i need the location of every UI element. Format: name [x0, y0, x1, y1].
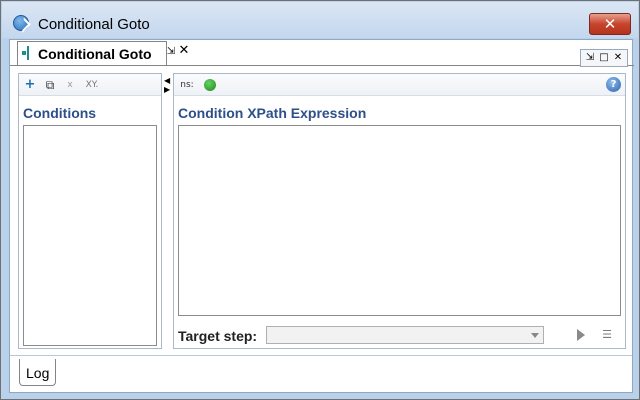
go-to-step-icon[interactable] — [577, 329, 585, 341]
tab-close-icon[interactable]: ✕ — [177, 44, 191, 58]
view-maximize-icon[interactable]: □ — [597, 51, 611, 65]
namespace-button[interactable]: ns: — [178, 77, 196, 93]
target-step-select[interactable] — [266, 326, 544, 344]
delete-condition-icon[interactable]: x — [63, 77, 77, 93]
step-icon — [22, 46, 34, 60]
conditions-title: Conditions — [23, 105, 97, 121]
bottom-panel — [10, 355, 632, 392]
dialog-window: Conditional Goto ✕ Conditional Goto ⇲ ✕ … — [0, 0, 640, 400]
view-restore-icon[interactable]: ⇲ — [583, 51, 597, 65]
title-bar[interactable]: Conditional Goto ✕ — [2, 2, 638, 38]
run-xpath-icon[interactable] — [204, 79, 216, 91]
help-icon[interactable]: ? — [606, 77, 621, 92]
xpath-toolbar: ns: ? — [174, 74, 625, 96]
xpath-pane: ns: ? Condition XPath Expression Target … — [173, 73, 626, 349]
tab-conditional-goto[interactable]: Conditional Goto — [17, 41, 167, 65]
xy-options-icon[interactable]: XY. — [81, 77, 103, 93]
window-close-button[interactable]: ✕ — [589, 13, 631, 35]
view-close-icon[interactable]: ✕ — [611, 51, 625, 65]
conditions-list[interactable] — [23, 125, 157, 346]
step-tree-icon[interactable]: ☰ — [600, 328, 614, 342]
xpath-expression-editor[interactable] — [178, 125, 621, 316]
copy-condition-icon[interactable]: ⧉ — [43, 77, 57, 93]
pane-splitter[interactable]: ◀ ▶ — [162, 73, 173, 349]
collapse-left-icon[interactable]: ◀ — [164, 77, 172, 85]
tab-log[interactable]: Log — [19, 359, 56, 386]
view-controls: ⇲ □ ✕ — [580, 49, 628, 67]
add-condition-icon[interactable]: + — [23, 77, 37, 93]
tab-label: Conditional Goto — [38, 46, 152, 62]
tab-divider — [10, 65, 634, 66]
conditions-pane: + ⧉ x XY. Conditions — [18, 73, 162, 349]
app-logo-icon — [13, 15, 29, 31]
log-tab-label: Log — [26, 365, 50, 381]
client-area: Conditional Goto ⇲ ✕ ⇲ □ ✕ + ⧉ x XY. Con… — [9, 39, 634, 393]
xpath-title: Condition XPath Expression — [178, 105, 367, 121]
tab-restore-icon[interactable]: ⇲ — [165, 46, 177, 58]
target-step-label: Target step: — [178, 328, 258, 344]
conditions-toolbar: + ⧉ x XY. — [19, 74, 161, 96]
window-title: Conditional Goto — [38, 16, 150, 33]
chevron-down-icon — [531, 333, 539, 338]
expand-right-icon[interactable]: ▶ — [164, 86, 172, 94]
